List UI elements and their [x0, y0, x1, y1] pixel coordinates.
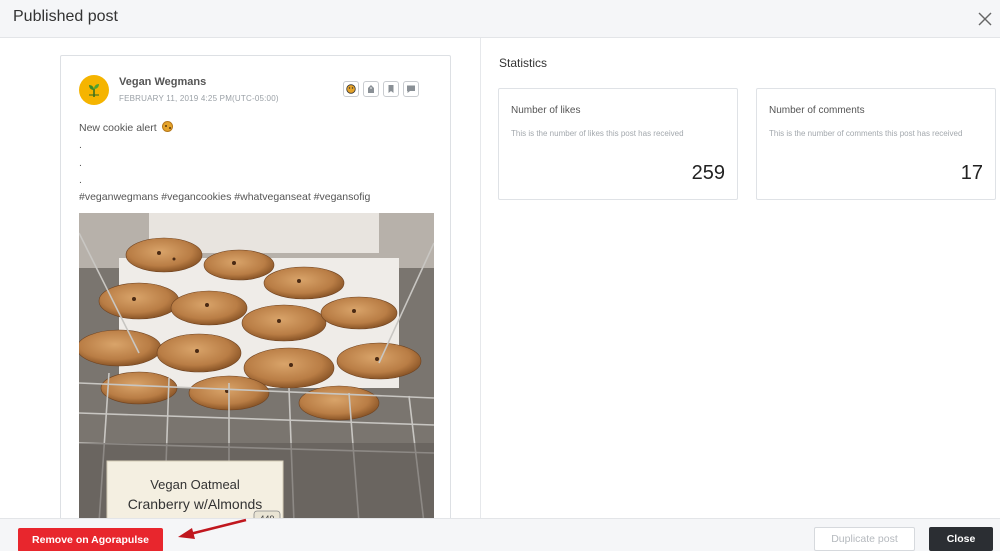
sprout-icon: [89, 84, 99, 97]
caption-hashtags: #veganwegmans #vegancookies #whatveganse…: [79, 191, 371, 204]
cookie-emoji-icon: [161, 121, 173, 132]
tag-button[interactable]: [363, 81, 379, 97]
caption-line: .: [79, 156, 82, 169]
published-post-modal: Published post Vegan Wegmans FEBRUARY 11…: [0, 0, 1000, 551]
image-label-line2: Cranberry w/Almonds: [128, 496, 263, 512]
close-button[interactable]: Close: [929, 527, 993, 551]
statistics-title: Statistics: [499, 56, 548, 70]
modal-title: Published post: [13, 8, 118, 25]
comments-count: 17: [960, 162, 983, 184]
caption-line: New cookie alert: [79, 120, 439, 137]
emoji-button[interactable]: [343, 81, 359, 97]
close-icon[interactable]: [975, 9, 995, 29]
post-action-bar: [343, 81, 419, 97]
modal-header: Published post: [0, 0, 1000, 38]
statistics-panel: Statistics Number of likes This is the n…: [482, 38, 1000, 518]
tag-icon: [368, 85, 374, 93]
likes-description: This is the number of likes this post ha…: [511, 129, 684, 138]
account-name[interactable]: Vegan Wegmans: [119, 76, 206, 88]
duplicate-post-button[interactable]: Duplicate post: [814, 527, 915, 551]
modal-footer: Remove on Agorapulse Duplicate post Clos…: [0, 518, 1000, 551]
caption-line: .: [79, 139, 82, 152]
bookmark-button[interactable]: [383, 81, 399, 97]
comment-icon: [407, 85, 415, 93]
post-card: Vegan Wegmans FEBRUARY 11, 2019 4:25 PM(…: [60, 55, 451, 518]
likes-count: 259: [691, 162, 725, 184]
likes-stat-card: Number of likes This is the number of li…: [498, 88, 738, 200]
annotation-arrow-icon: [178, 518, 247, 539]
comments-description: This is the number of comments this post…: [769, 129, 963, 138]
comments-label: Number of comments: [769, 105, 865, 116]
avatar: [79, 75, 109, 105]
post-image: Vegan Oatmeal Cranberry w/Almonds 449: [79, 213, 434, 518]
post-preview-column: Vegan Wegmans FEBRUARY 11, 2019 4:25 PM(…: [0, 38, 481, 518]
image-label-line1: Vegan Oatmeal: [150, 477, 240, 492]
post-caption: New cookie alert . . . #veganwegmans #ve…: [79, 120, 439, 206]
likes-label: Number of likes: [511, 105, 581, 116]
comment-button[interactable]: [403, 81, 419, 97]
caption-line: .: [79, 173, 82, 186]
emoji-icon: [346, 84, 356, 94]
comments-stat-card: Number of comments This is the number of…: [756, 88, 996, 200]
post-date: FEBRUARY 11, 2019 4:25 PM(UTC-05:00): [119, 94, 279, 103]
bookmark-icon: [388, 85, 394, 93]
remove-on-agorapulse-button[interactable]: Remove on Agorapulse: [18, 528, 163, 551]
